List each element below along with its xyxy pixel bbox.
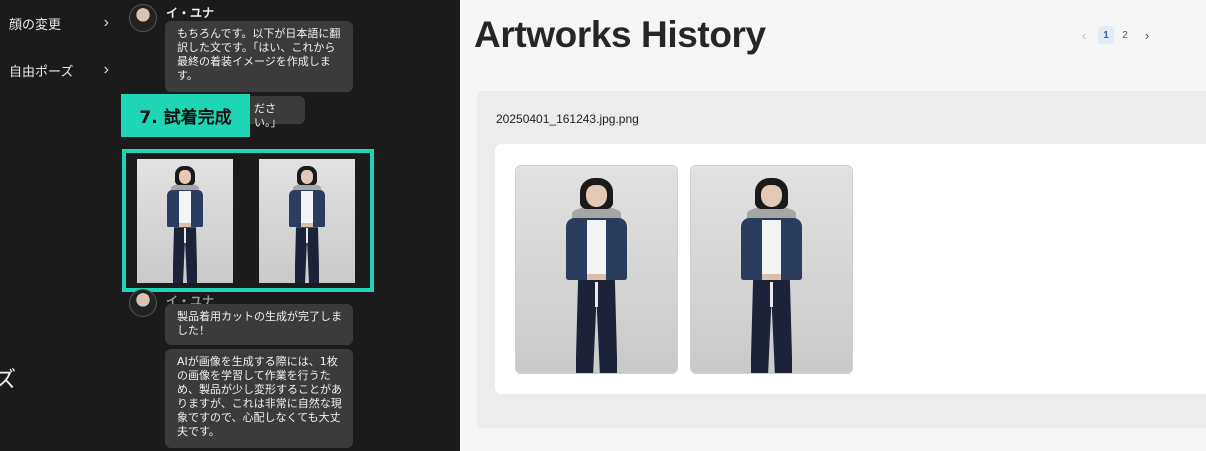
step-label: 7. 試着完成 [121,94,250,137]
chevron-right-icon: › [103,14,109,31]
chevron-right-icon: › [103,61,109,78]
menu-item-label: 顔の変更 [9,16,62,32]
pagination-page-1[interactable]: 1 [1098,26,1114,44]
result-thumbnail[interactable] [137,159,233,283]
pagination-next-button[interactable]: › [1140,26,1154,44]
result-thumbnail[interactable] [259,159,355,283]
menu-item-free-pose[interactable]: 自由ポーズ › [9,60,109,80]
artwork-filename: 20250401_161243.jpg.png [496,112,639,126]
artwork-card: 20250401_161243.jpg.png [477,91,1206,428]
chat-username: イ・ユナ [166,6,215,20]
chat-bubble: AIが画像を生成する際には、1枚の画像を学習して作業を行うため、製品が少し変形す… [165,349,353,448]
page-title: Artworks History [474,14,766,55]
pagination-prev-button[interactable]: ‹ [1077,26,1091,44]
avatar [129,289,157,317]
result-thumbnails-highlight [122,149,374,292]
clipped-text: ズ [0,368,17,393]
avatar [129,4,157,32]
pagination-page-2[interactable]: 2 [1117,26,1133,44]
artwork-image[interactable] [515,165,678,374]
menu-item-label: 自由ポーズ [9,63,74,79]
artwork-image[interactable] [690,165,853,374]
menu-item-face-change[interactable]: 顔の変更 › [9,13,109,33]
chat-bubble: 製品着用カットの生成が完了しました！ [165,304,353,345]
chat-bubble: もちろんです。以下が日本語に翻訳した文です。「はい、これから最終の着装イメージを… [165,21,353,92]
artwork-gallery [495,144,1206,394]
chat-panel: 顔の変更 › 自由ポーズ › ズ イ・ユナ もちろんです。以下が日本語に翻訳した… [0,0,460,451]
